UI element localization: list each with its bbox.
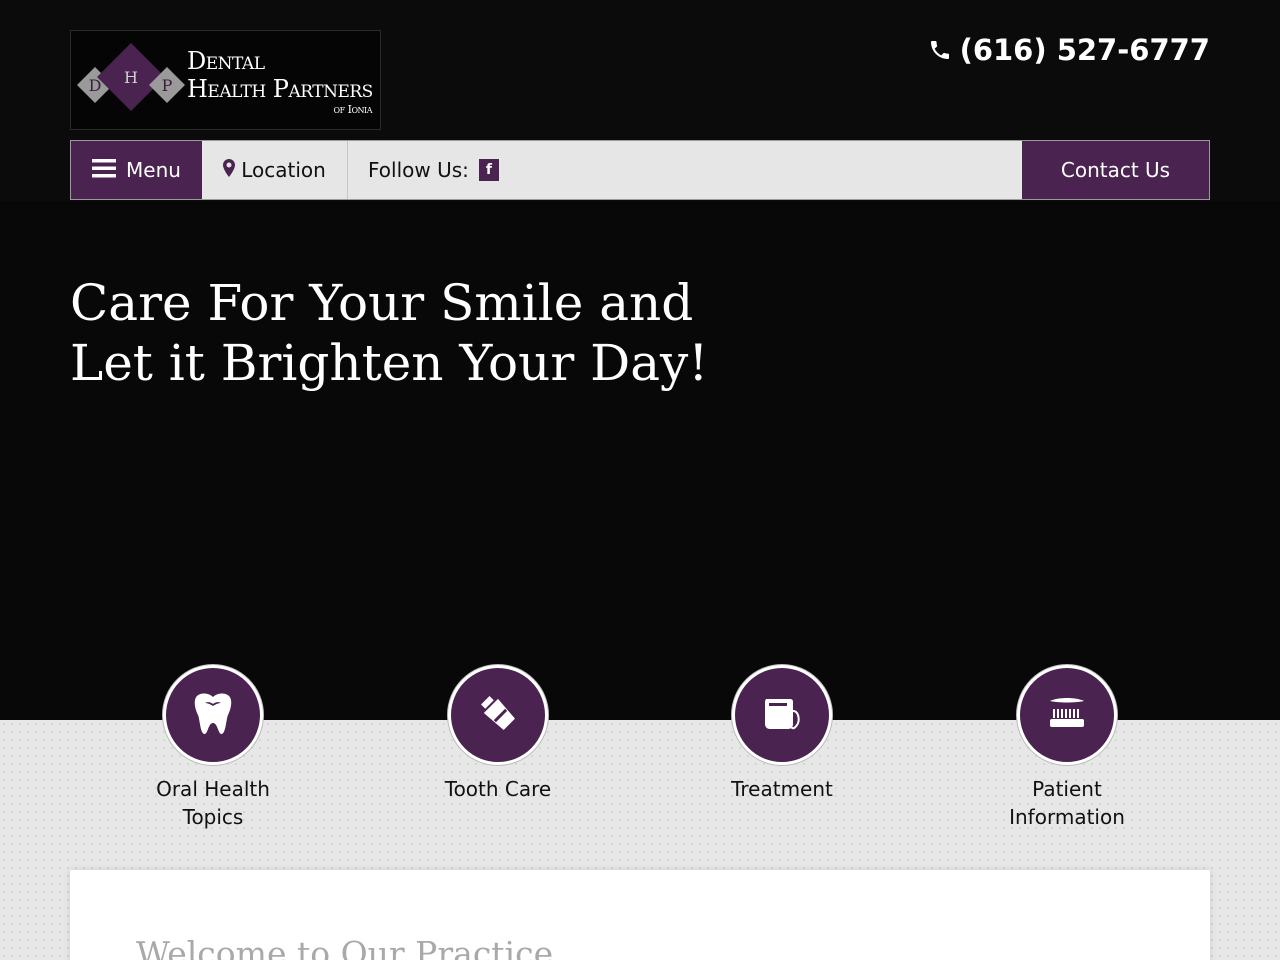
feature-label-line-2: Information xyxy=(1009,805,1125,829)
hero-title: Care For Your Smile and Let it Brighten … xyxy=(70,273,770,393)
follow-label: Follow Us: xyxy=(368,158,469,182)
monogram-d: D xyxy=(89,76,102,95)
feature-circle[interactable] xyxy=(1017,665,1117,765)
feature-label-line-1: Tooth Care xyxy=(444,777,552,801)
hero-banner: Care For Your Smile and Let it Brighten … xyxy=(0,201,1280,720)
location-link[interactable]: Location xyxy=(202,141,348,199)
hero-title-line-2: Let it Brighten Your Day! xyxy=(70,334,709,392)
main-nav: Menu Location Follow Us: f Contact Us xyxy=(70,140,1210,200)
feature-circle[interactable] xyxy=(448,665,548,765)
dhp-monogram-icon: D H P xyxy=(77,43,185,111)
phone-link[interactable]: (616) 527-6777 xyxy=(928,33,1210,67)
contact-us-button[interactable]: Contact Us xyxy=(1022,141,1209,199)
feature-label: Patient Information xyxy=(957,775,1177,831)
feature-oral-health-topics[interactable]: Oral Health Topics xyxy=(103,665,323,831)
menu-label: Menu xyxy=(126,158,181,182)
feature-patient-information[interactable]: Patient Information xyxy=(957,665,1177,831)
toothbrush-icon xyxy=(1044,691,1090,739)
facebook-icon[interactable]: f xyxy=(478,159,499,181)
welcome-card: Welcome to Our Practice xyxy=(70,870,1210,960)
logo-line-of-ionia: of Ionia xyxy=(333,103,373,116)
menu-button[interactable]: Menu xyxy=(71,141,202,199)
phone-number: (616) 527-6777 xyxy=(959,33,1210,67)
feature-label: Oral Health Topics xyxy=(103,775,323,831)
hamburger-icon xyxy=(92,158,117,183)
feature-tooth-care[interactable]: Tooth Care xyxy=(388,665,608,803)
welcome-title: Welcome to Our Practice xyxy=(136,934,554,960)
feature-label: Treatment xyxy=(672,775,892,803)
feature-label: Tooth Care xyxy=(388,775,608,803)
feature-label-line-2: Topics xyxy=(182,805,244,829)
logo-line-health-partners: Health Partners xyxy=(187,75,373,103)
site-logo[interactable]: D H P Dental Health Partners of Ionia xyxy=(70,30,381,130)
hero-title-line-1: Care For Your Smile and xyxy=(70,274,694,332)
logo-line-dental: Dental xyxy=(187,47,265,75)
feature-circle[interactable] xyxy=(163,665,263,765)
site-header: D H P Dental Health Partners of Ionia (6… xyxy=(0,0,1280,201)
feature-label-line-1: Treatment xyxy=(731,777,833,801)
floss-icon xyxy=(760,691,804,739)
map-marker-icon xyxy=(223,158,236,182)
feature-treatment[interactable]: Treatment xyxy=(672,665,892,803)
tooth-icon xyxy=(192,691,234,739)
toothpaste-icon xyxy=(476,691,520,739)
feature-links: Oral Health Topics Tooth Care Treatment xyxy=(0,665,1280,845)
follow-us: Follow Us: f xyxy=(348,141,1022,199)
monogram-h: H xyxy=(124,68,138,87)
monogram-p: P xyxy=(162,76,173,95)
location-label: Location xyxy=(241,158,326,182)
feature-label-line-1: Oral Health xyxy=(156,777,270,801)
feature-label-line-1: Patient xyxy=(1032,777,1102,801)
feature-circle[interactable] xyxy=(732,665,832,765)
phone-icon xyxy=(928,38,952,62)
logo-wordmark: Dental Health Partners of Ionia xyxy=(187,47,373,117)
